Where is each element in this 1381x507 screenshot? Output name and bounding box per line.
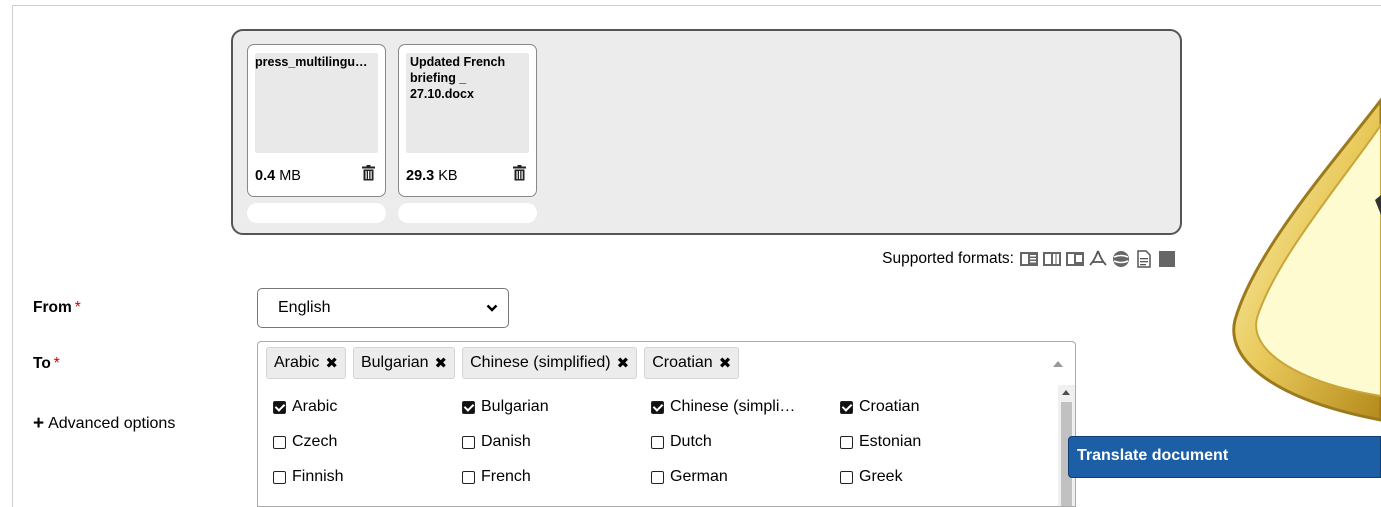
to-label: To *: [33, 355, 60, 372]
checkbox-unchecked[interactable]: [273, 470, 286, 484]
language-tag: Chinese (simplified) ✖: [462, 347, 638, 379]
language-option-label: Croatian: [859, 398, 920, 415]
word-icon: [1020, 252, 1038, 266]
language-option[interactable]: Arabic: [273, 398, 337, 416]
remove-tag-icon[interactable]: ✖: [617, 354, 630, 372]
language-option-label: Estonian: [859, 433, 922, 450]
checkbox-checked[interactable]: [273, 400, 286, 414]
checkbox-unchecked[interactable]: [651, 435, 664, 449]
upload-panel[interactable]: press_multilingu… 0.4 MB Updated French …: [231, 29, 1182, 235]
source-language-select[interactable]: English: [257, 288, 509, 328]
checkbox-unchecked[interactable]: [273, 435, 286, 449]
file-card[interactable]: press_multilingu… 0.4 MB: [247, 44, 386, 197]
trash-icon[interactable]: [362, 165, 375, 181]
remove-tag-icon[interactable]: ✖: [325, 354, 338, 372]
language-option[interactable]: Chinese (simpli…: [651, 398, 795, 416]
checkbox-checked[interactable]: [462, 400, 475, 414]
mascot-illustration: [1232, 97, 1381, 422]
language-option[interactable]: Croatian: [840, 398, 919, 416]
checkbox-unchecked[interactable]: [651, 470, 664, 484]
source-language-value: English: [278, 299, 331, 316]
text-file-icon: [1137, 250, 1151, 268]
file-name: Updated French briefing _ 27.10.docx: [410, 55, 506, 101]
pdf-icon: [1089, 250, 1107, 266]
language-option[interactable]: Danish: [462, 433, 531, 451]
collapse-arrow-icon[interactable]: [1053, 361, 1063, 367]
language-tag: Arabic ✖: [266, 347, 346, 379]
language-option-label: Danish: [481, 433, 531, 450]
language-option-label: Arabic: [292, 398, 338, 415]
language-option[interactable]: German: [651, 468, 728, 486]
language-option-label: Chinese (simpli…: [670, 398, 796, 415]
powerpoint-icon: [1066, 252, 1084, 266]
remove-tag-icon[interactable]: ✖: [435, 354, 448, 372]
checkbox-checked[interactable]: [840, 400, 853, 414]
language-option[interactable]: Greek: [840, 468, 903, 486]
language-tag: Bulgarian ✖: [352, 347, 456, 379]
trash-icon[interactable]: [513, 165, 526, 181]
language-option[interactable]: French: [462, 468, 531, 486]
file-size: 0.4 MB: [255, 168, 301, 184]
supported-formats-label: Supported formats:: [882, 250, 1014, 267]
advanced-options-label: Advanced options: [48, 415, 176, 432]
from-label: From *: [33, 299, 81, 316]
language-tag: Croatian ✖: [644, 347, 740, 379]
language-option-label: Dutch: [670, 433, 712, 450]
advanced-options-toggle[interactable]: + Advanced options: [33, 413, 175, 435]
file-progress-bar: [398, 203, 537, 223]
language-options-list[interactable]: Arabic Bulgarian Chinese (simpli… Croatian C…: [257, 385, 1076, 507]
chevron-down-icon: [486, 304, 498, 312]
language-option-label: Czech: [292, 433, 338, 450]
checkbox-unchecked[interactable]: [462, 435, 475, 449]
image-icon: [1159, 251, 1175, 267]
remove-tag-icon[interactable]: ✖: [719, 354, 732, 372]
file-name: press_multilingu…: [255, 55, 368, 69]
target-languages-multiselect[interactable]: Arabic ✖ Bulgarian ✖ Chinese (simplified) ✖…: [257, 341, 1076, 386]
language-option-label: German: [670, 468, 728, 485]
checkbox-unchecked[interactable]: [462, 470, 475, 484]
language-option[interactable]: Finnish: [273, 468, 344, 486]
file-card[interactable]: Updated French briefing _ 27.10.docx 29.…: [398, 44, 537, 197]
scroll-up-icon[interactable]: [1062, 390, 1070, 395]
language-option-label: Greek: [859, 468, 903, 485]
checkbox-unchecked[interactable]: [840, 470, 853, 484]
web-icon: [1113, 251, 1129, 267]
language-option[interactable]: Dutch: [651, 433, 712, 451]
language-option-label: Bulgarian: [481, 398, 549, 415]
file-progress-bar: [247, 203, 386, 223]
language-option-label: Finnish: [292, 468, 344, 485]
language-option[interactable]: Bulgarian: [462, 398, 549, 416]
language-option[interactable]: Estonian: [840, 433, 921, 451]
checkbox-unchecked[interactable]: [840, 435, 853, 449]
supported-formats: Supported formats:: [882, 250, 1176, 268]
plus-icon: +: [33, 413, 45, 434]
language-option[interactable]: Czech: [273, 433, 337, 451]
file-size: 29.3 KB: [406, 168, 458, 184]
checkbox-checked[interactable]: [651, 400, 664, 414]
excel-icon: [1043, 252, 1061, 266]
language-option-label: French: [481, 468, 531, 485]
